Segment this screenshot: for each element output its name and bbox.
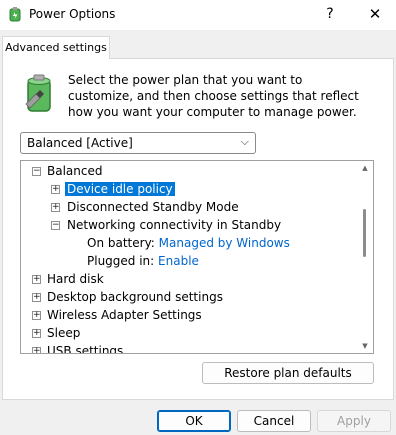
help-button[interactable]: ? [318, 2, 342, 26]
tree-item-hard-disk[interactable]: Hard disk [47, 270, 104, 288]
expand-icon[interactable]: + [32, 311, 41, 320]
tree-item-label: Device idle policy [65, 182, 175, 196]
tree-item-desktop-background[interactable]: Desktop background settings [47, 288, 223, 306]
expand-icon[interactable]: + [51, 185, 60, 194]
plugged-in-label: Plugged in: [87, 254, 155, 268]
description-text: Select the power plan that you want to c… [68, 73, 359, 119]
setting-on-battery: On battery: Managed by Windows [87, 234, 290, 252]
plugged-in-value[interactable]: Enable [158, 254, 199, 268]
tree-item-balanced[interactable]: Balanced [47, 162, 102, 180]
close-button[interactable]: ✕ [360, 2, 390, 26]
tree-item-networking[interactable]: Networking connectivity in Standby [67, 216, 281, 234]
expand-icon[interactable]: + [32, 275, 41, 284]
apply-button[interactable]: Apply [317, 410, 391, 432]
ok-button[interactable]: OK [157, 410, 231, 432]
tree-item-usb-settings[interactable]: USB settings [47, 342, 123, 353]
power-plan-select[interactable]: Balanced [Active] ⌵ [20, 132, 256, 154]
scroll-down-arrow-icon[interactable]: ▼ [360, 342, 370, 350]
setting-plugged-in: Plugged in: Enable [87, 252, 199, 270]
settings-tree[interactable]: − Balanced + Device idle policy + Discon… [20, 160, 374, 354]
expand-icon[interactable]: + [51, 203, 60, 212]
tree-item-disconnected-standby[interactable]: Disconnected Standby Mode [67, 198, 239, 216]
expand-icon[interactable]: + [32, 347, 41, 353]
restore-plan-defaults-button[interactable]: Restore plan defaults [202, 362, 374, 384]
battery-icon [25, 74, 51, 112]
tree-item-sleep[interactable]: Sleep [47, 324, 80, 342]
window-title: Power Options [29, 7, 116, 21]
title-bar: Power Options ? ✕ [0, 0, 396, 30]
scrollbar-thumb[interactable] [363, 209, 366, 257]
on-battery-label: On battery: [87, 236, 155, 250]
expand-icon[interactable]: + [32, 293, 41, 302]
collapse-icon[interactable]: − [51, 221, 60, 230]
tree-item-device-idle-policy[interactable]: Device idle policy [65, 180, 175, 198]
power-options-icon [9, 7, 21, 22]
expand-icon[interactable]: + [32, 329, 41, 338]
scroll-up-arrow-icon[interactable]: ▲ [360, 164, 370, 172]
power-plan-value: Balanced [Active] [27, 136, 133, 150]
tab-advanced-settings[interactable]: Advanced settings [2, 36, 110, 59]
tree-item-wireless-adapter[interactable]: Wireless Adapter Settings [47, 306, 202, 324]
chevron-down-icon: ⌵ [240, 135, 249, 148]
cancel-button[interactable]: Cancel [237, 410, 311, 432]
collapse-icon[interactable]: − [32, 167, 41, 176]
on-battery-value[interactable]: Managed by Windows [159, 236, 290, 250]
